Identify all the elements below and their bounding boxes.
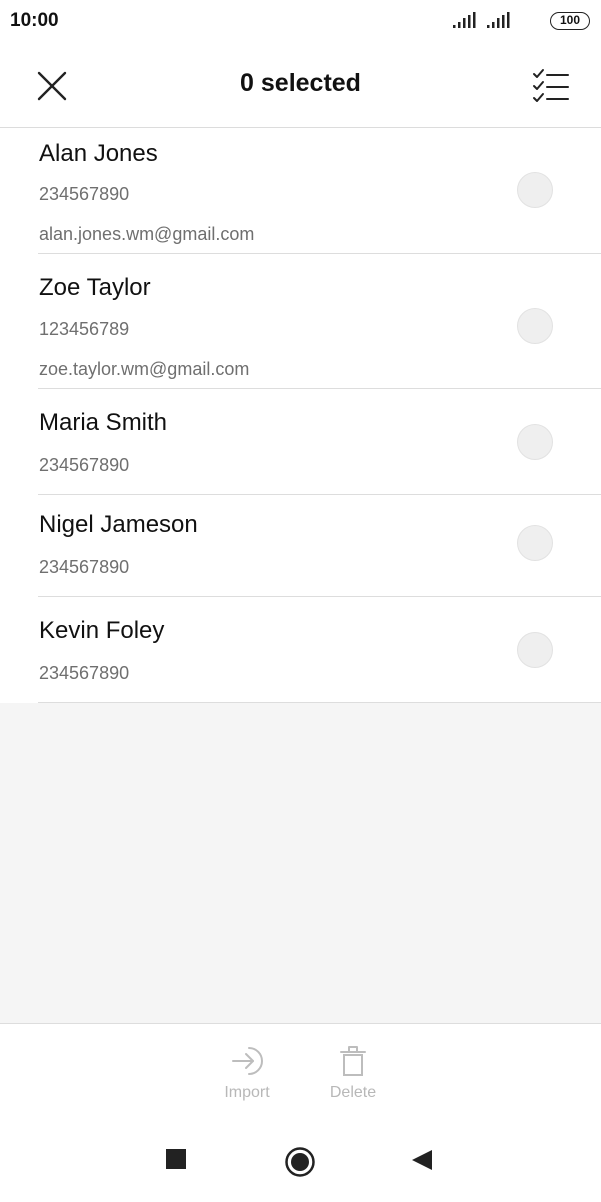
- signal-icon: [453, 12, 476, 28]
- contact-phone: 123456789: [39, 319, 130, 339]
- page-title: 0 selected: [240, 69, 361, 97]
- selection-radio[interactable]: [517, 632, 553, 668]
- contact-row[interactable]: Alan Jones 234567890 alan.jones.wm@gmail…: [0, 128, 601, 254]
- contact-name: Nigel Jameson: [39, 511, 198, 538]
- signal-icon: [487, 12, 510, 28]
- contact-row[interactable]: Nigel Jameson 234567890: [0, 495, 601, 597]
- contact-name: Zoe Taylor: [39, 274, 151, 301]
- contact-name: Maria Smith: [39, 409, 168, 436]
- contact-email: zoe.taylor.wm@gmail.com: [39, 359, 250, 379]
- battery-level: 100: [559, 13, 581, 27]
- import-button[interactable]: Import: [212, 1044, 282, 1102]
- contact-phone: 234567890: [39, 557, 130, 577]
- battery-icon: 100: [550, 12, 590, 30]
- status-bar: 10:00 100: [0, 0, 601, 42]
- selection-radio[interactable]: [517, 424, 553, 460]
- contacts-selection-screen: 10:00 100 0 selected Alan Jones 23456789…: [0, 0, 601, 1202]
- status-time: 10:00: [10, 10, 59, 31]
- contact-row[interactable]: Kevin Foley 234567890: [0, 597, 601, 703]
- delete-label: Delete: [329, 1084, 377, 1101]
- import-label: Import: [224, 1084, 270, 1101]
- selection-radio[interactable]: [517, 525, 553, 561]
- selection-radio[interactable]: [517, 308, 553, 344]
- contact-phone: 234567890: [39, 455, 130, 475]
- bottom-action-bar: Import Delete: [0, 1023, 601, 1122]
- contact-list: Alan Jones 234567890 alan.jones.wm@gmail…: [0, 128, 601, 703]
- selection-radio[interactable]: [517, 172, 553, 208]
- select-all-checklist-icon: [533, 69, 569, 102]
- home-circle-icon[interactable]: [284, 1146, 316, 1178]
- selection-header: 0 selected: [0, 42, 601, 128]
- contact-row[interactable]: Zoe Taylor 123456789 zoe.taylor.wm@gmail…: [0, 254, 601, 389]
- back-triangle-icon[interactable]: [410, 1148, 434, 1172]
- trash-icon: [340, 1046, 366, 1076]
- contact-email: alan.jones.wm@gmail.com: [39, 224, 255, 244]
- system-navigation-bar: [0, 1122, 601, 1202]
- import-icon: [232, 1047, 263, 1075]
- empty-list-area: [0, 703, 601, 1023]
- contact-row[interactable]: Maria Smith 234567890: [0, 389, 601, 495]
- contact-phone: 234567890: [39, 663, 130, 683]
- contact-name: Alan Jones: [39, 140, 158, 167]
- contact-name: Kevin Foley: [39, 617, 165, 644]
- recents-square-icon[interactable]: [165, 1148, 187, 1170]
- select-all-button[interactable]: [528, 66, 572, 106]
- delete-button[interactable]: Delete: [318, 1044, 388, 1102]
- contact-phone: 234567890: [39, 184, 130, 204]
